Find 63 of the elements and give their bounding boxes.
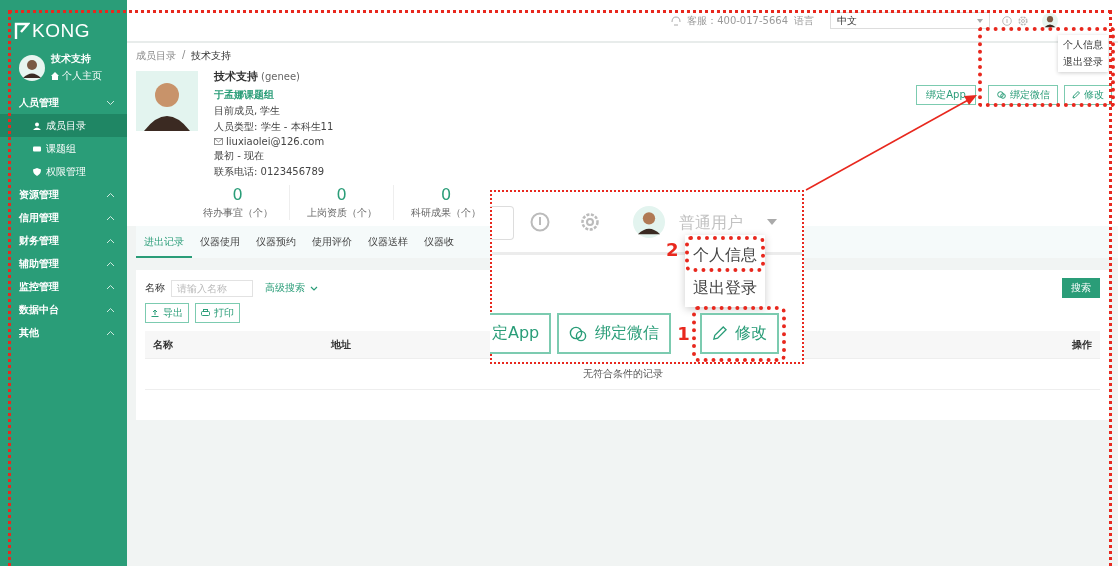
- stat-label: 待办事宜（个）: [202, 206, 273, 220]
- tab[interactable]: 进出记录: [136, 226, 192, 258]
- bind-button[interactable]: 绑定App: [916, 85, 976, 105]
- tab[interactable]: 仪器收: [416, 226, 462, 258]
- stat-label: 上岗资质（个）: [306, 206, 377, 220]
- menu-item[interactable]: 个人信息: [693, 245, 757, 266]
- name-field[interactable]: 请输入名称: [171, 279, 253, 297]
- menu-group[interactable]: 其他: [0, 321, 127, 344]
- stat-value: 0: [440, 185, 452, 204]
- column-header: 名称: [153, 337, 174, 352]
- stat-value: 0: [232, 185, 243, 204]
- menu-item[interactable]: 个人信息: [1063, 38, 1103, 52]
- export-button[interactable]: 导出: [145, 303, 189, 323]
- menu-group[interactable]: 资源管理: [0, 183, 127, 206]
- step-number: 1: [677, 323, 690, 344]
- tab[interactable]: 使用评价: [304, 226, 360, 258]
- language-label: 语言: [794, 13, 814, 28]
- home-link[interactable]: 个人主页: [51, 69, 102, 83]
- edit-button[interactable]: 修改: [1064, 85, 1112, 105]
- step-number: 2: [666, 239, 679, 260]
- tab[interactable]: 仪器送样: [360, 226, 416, 258]
- stat-value: 0: [336, 185, 347, 204]
- profile-detail: 目前成员, 学生: [214, 104, 282, 118]
- user-name: 普通用户: [679, 213, 743, 234]
- advanced-search-link[interactable]: 高级搜索: [265, 281, 318, 295]
- filter-label: 名称: [145, 281, 165, 295]
- email: liuxiaolei@126.com: [226, 136, 325, 147]
- phone: 联系电话: 0123456789: [214, 165, 326, 179]
- menu-group[interactable]: 人员管理: [0, 91, 127, 114]
- menu-item[interactable]: 成员目录: [0, 114, 127, 137]
- bind-button[interactable]: 定App: [490, 313, 552, 354]
- menu-group[interactable]: 监控管理: [0, 275, 127, 298]
- profile-detail: 人员类型: 学生 - 本科生11: [214, 120, 334, 134]
- menu-item[interactable]: 退出登录: [693, 278, 757, 299]
- search-button[interactable]: 搜索: [1062, 278, 1100, 298]
- menu-group[interactable]: 信用管理: [0, 206, 127, 229]
- bind-button[interactable]: 绑定微信: [988, 85, 1058, 105]
- menu-group[interactable]: 财务管理: [0, 229, 127, 252]
- column-header: 地址: [331, 337, 351, 352]
- menu-item[interactable]: 权限管理: [0, 160, 127, 183]
- menu-item[interactable]: 退出登录: [1063, 55, 1103, 69]
- print-button[interactable]: 打印: [195, 303, 240, 323]
- user-name: 技术支持: [51, 52, 92, 66]
- account-name: (genee): [261, 71, 300, 82]
- breadcrumb-link[interactable]: 成员目录: [136, 49, 176, 63]
- empty-message: 无符合条件的记录: [582, 368, 663, 379]
- breadcrumb-current: 技术支持: [191, 49, 232, 63]
- language-select[interactable]: 中文: [830, 12, 990, 29]
- group-link[interactable]: 于孟娜课题组: [214, 88, 334, 102]
- menu-item[interactable]: 课题组: [0, 137, 127, 160]
- tab[interactable]: 仪器预约: [248, 226, 304, 258]
- menu-group[interactable]: 数据中台: [0, 298, 127, 321]
- menu-group[interactable]: 辅助管理: [0, 252, 127, 275]
- stat-label: 科研成果（个）: [411, 206, 481, 220]
- edit-button[interactable]: 修改: [699, 313, 779, 354]
- breadcrumb-separator: /: [182, 49, 186, 62]
- profile-name: 技术支持: [214, 70, 258, 83]
- service-phone: 客服：400-017-5664: [687, 13, 788, 28]
- tab[interactable]: 仪器使用: [192, 226, 248, 258]
- logo[interactable]: KONG: [0, 0, 127, 42]
- member-period: 最初 - 现在: [214, 149, 265, 163]
- column-header: 操作: [1072, 337, 1092, 352]
- bind-button[interactable]: 绑定微信: [557, 313, 672, 354]
